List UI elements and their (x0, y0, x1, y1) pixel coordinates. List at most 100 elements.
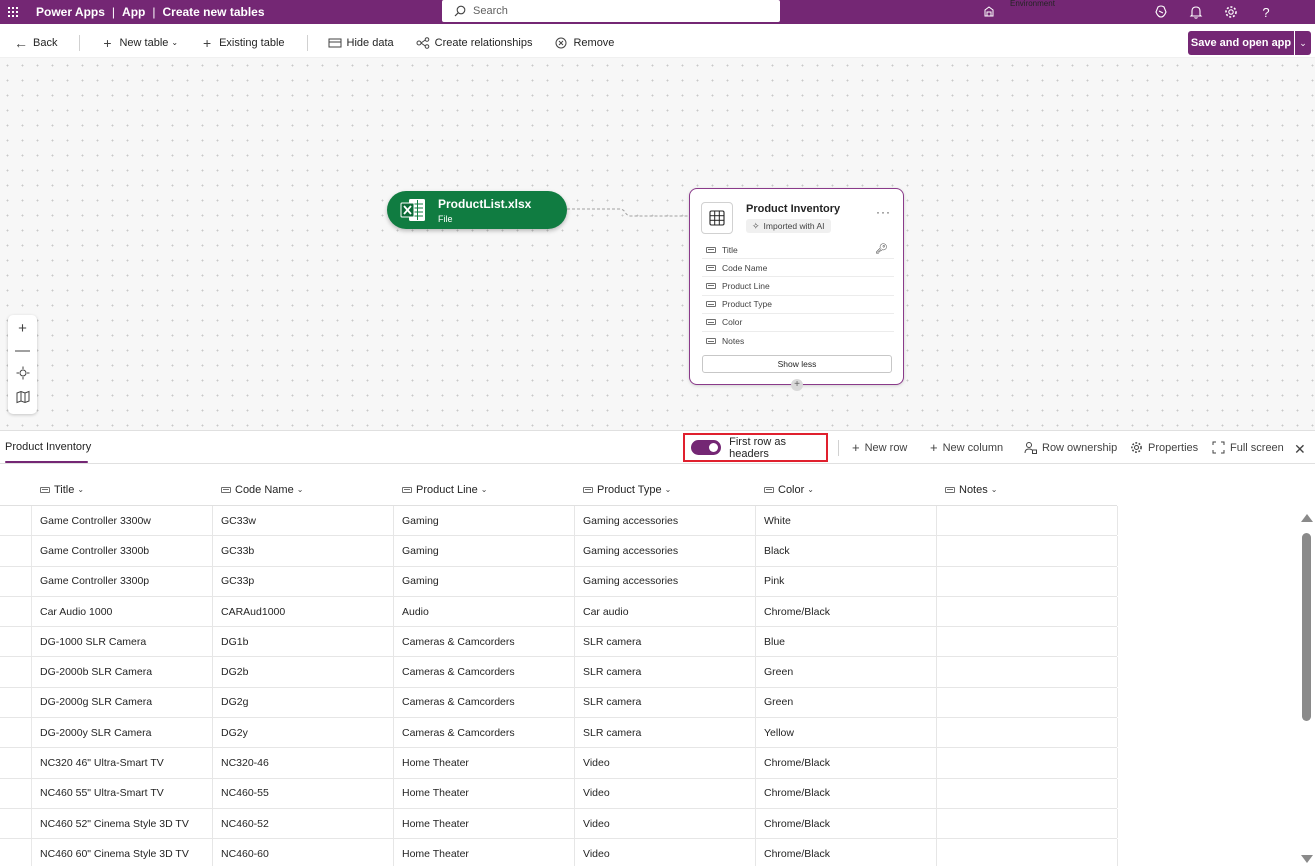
table-row[interactable]: DG-2000y SLR CameraDG2yCameras & Camcord… (0, 718, 1117, 748)
table-cell[interactable]: SLR camera (575, 688, 756, 717)
table-cell[interactable]: NC460-55 (213, 779, 394, 808)
table-row[interactable]: Car Audio 1000CARAud1000AudioCar audioCh… (0, 597, 1117, 627)
table-cell[interactable]: SLR camera (575, 627, 756, 656)
table-cell[interactable]: CARAud1000 (213, 597, 394, 626)
table-cell[interactable] (937, 839, 1118, 866)
more-options-icon[interactable]: ··· (876, 205, 891, 219)
table-cell[interactable]: Cameras & Camcorders (394, 718, 575, 747)
row-ownership-button[interactable]: Row ownership (1024, 441, 1117, 454)
table-cell[interactable]: GC33b (213, 536, 394, 565)
search-input[interactable]: Search (442, 0, 780, 22)
table-cell[interactable]: DG-2000g SLR Camera (32, 688, 213, 717)
scroll-down-arrow-icon[interactable] (1301, 855, 1313, 863)
table-row[interactable]: Game Controller 3300wGC33wGamingGaming a… (0, 506, 1117, 536)
environment-picker[interactable]: Environment (982, 0, 1055, 24)
table-card-column[interactable]: Title🔑︎ (702, 241, 894, 259)
vertical-scrollbar[interactable] (1300, 514, 1314, 864)
scroll-up-arrow-icon[interactable] (1301, 514, 1313, 522)
table-row[interactable]: NC460 60" Cinema Style 3D TVNC460-60Home… (0, 839, 1117, 866)
table-cell[interactable]: Car Audio 1000 (32, 597, 213, 626)
table-cell[interactable]: DG-2000b SLR Camera (32, 657, 213, 686)
table-cell[interactable] (937, 506, 1118, 535)
settings-gear-icon[interactable] (1223, 4, 1239, 20)
remove-button[interactable]: Remove (554, 28, 614, 58)
hide-data-button[interactable]: Hide data (328, 28, 394, 58)
table-cell[interactable]: Chrome/Black (756, 839, 937, 866)
new-column-button[interactable]: +New column (930, 441, 1003, 454)
table-cell[interactable]: DG-2000y SLR Camera (32, 718, 213, 747)
table-cell[interactable] (937, 597, 1118, 626)
table-row[interactable]: NC460 55" Ultra-Smart TVNC460-55Home The… (0, 779, 1117, 809)
row-selector[interactable] (0, 597, 32, 626)
save-options-chevron-icon[interactable]: ⌄ (1295, 31, 1311, 55)
table-cell[interactable]: GC33p (213, 567, 394, 596)
table-card-column[interactable]: Color (702, 314, 894, 332)
table-cell[interactable] (937, 688, 1118, 717)
row-selector[interactable] (0, 688, 32, 717)
table-card-column[interactable]: Notes (702, 332, 894, 350)
table-cell[interactable]: Gaming accessories (575, 567, 756, 596)
table-cell[interactable]: DG1b (213, 627, 394, 656)
table-cell[interactable]: Home Theater (394, 839, 575, 866)
row-selector[interactable] (0, 657, 32, 686)
notifications-bell-icon[interactable] (1188, 4, 1204, 20)
table-cell[interactable]: Cameras & Camcorders (394, 627, 575, 656)
column-header-product-type[interactable]: Product Type⌄ (575, 474, 756, 505)
new-table-button[interactable]: +New table⌄ (100, 28, 178, 58)
table-row[interactable]: DG-2000b SLR CameraDG2bCameras & Camcord… (0, 657, 1117, 687)
table-cell[interactable]: Game Controller 3300w (32, 506, 213, 535)
table-card[interactable]: Product Inventory ··· ✧ Imported with AI… (689, 188, 904, 385)
table-cell[interactable]: Video (575, 779, 756, 808)
table-cell[interactable]: NC460 60" Cinema Style 3D TV (32, 839, 213, 866)
table-cell[interactable]: Chrome/Black (756, 809, 937, 838)
column-header-product-line[interactable]: Product Line⌄ (394, 474, 575, 505)
table-cell[interactable]: Home Theater (394, 779, 575, 808)
save-and-open-app-button[interactable]: Save and open app (1188, 31, 1294, 55)
zoom-in-icon[interactable]: + (13, 321, 33, 337)
table-cell[interactable]: Game Controller 3300b (32, 536, 213, 565)
table-cell[interactable]: DG2y (213, 718, 394, 747)
table-row[interactable]: Game Controller 3300bGC33bGamingGaming a… (0, 536, 1117, 566)
table-row[interactable]: Game Controller 3300pGC33pGamingGaming a… (0, 567, 1117, 597)
new-row-button[interactable]: +New row (852, 441, 907, 454)
row-selector[interactable] (0, 718, 32, 747)
table-row[interactable]: DG-1000 SLR CameraDG1bCameras & Camcorde… (0, 627, 1117, 657)
table-cell[interactable] (937, 779, 1118, 808)
column-header-code-name[interactable]: Code Name⌄ (213, 474, 394, 505)
table-row[interactable]: NC320 46" Ultra-Smart TVNC320-46Home The… (0, 748, 1117, 778)
table-cell[interactable]: Green (756, 688, 937, 717)
table-cell[interactable] (937, 718, 1118, 747)
table-cell[interactable]: Car audio (575, 597, 756, 626)
table-cell[interactable] (937, 809, 1118, 838)
table-cell[interactable]: Home Theater (394, 748, 575, 777)
row-selector[interactable] (0, 567, 32, 596)
table-cell[interactable]: Green (756, 657, 937, 686)
create-relationships-button[interactable]: Create relationships (416, 28, 533, 58)
table-cell[interactable]: Gaming (394, 567, 575, 596)
table-cell[interactable]: DG-1000 SLR Camera (32, 627, 213, 656)
row-selector[interactable] (0, 839, 32, 866)
file-node[interactable]: ProductList.xlsx File (387, 191, 567, 229)
table-cell[interactable]: White (756, 506, 937, 535)
table-cell[interactable]: Black (756, 536, 937, 565)
app-launcher-icon[interactable] (0, 0, 26, 24)
table-row[interactable]: NC460 52" Cinema Style 3D TVNC460-52Home… (0, 809, 1117, 839)
table-cell[interactable]: Yellow (756, 718, 937, 747)
breadcrumb-product[interactable]: Power Apps (36, 5, 105, 19)
table-cell[interactable]: Video (575, 839, 756, 866)
row-selector[interactable] (0, 779, 32, 808)
table-cell[interactable]: Cameras & Camcorders (394, 688, 575, 717)
existing-table-button[interactable]: +Existing table (200, 28, 284, 58)
row-selector[interactable] (0, 748, 32, 777)
properties-button[interactable]: Properties (1130, 441, 1198, 454)
table-cell[interactable]: SLR camera (575, 718, 756, 747)
table-cell[interactable]: Cameras & Camcorders (394, 657, 575, 686)
column-header-notes[interactable]: Notes⌄ (937, 474, 1118, 505)
table-cell[interactable]: NC460 52" Cinema Style 3D TV (32, 809, 213, 838)
table-cell[interactable]: SLR camera (575, 657, 756, 686)
row-selector[interactable] (0, 536, 32, 565)
help-icon[interactable]: ? (1258, 4, 1274, 20)
row-selector[interactable] (0, 627, 32, 656)
table-cell[interactable]: Gaming (394, 536, 575, 565)
table-cell[interactable]: DG2g (213, 688, 394, 717)
